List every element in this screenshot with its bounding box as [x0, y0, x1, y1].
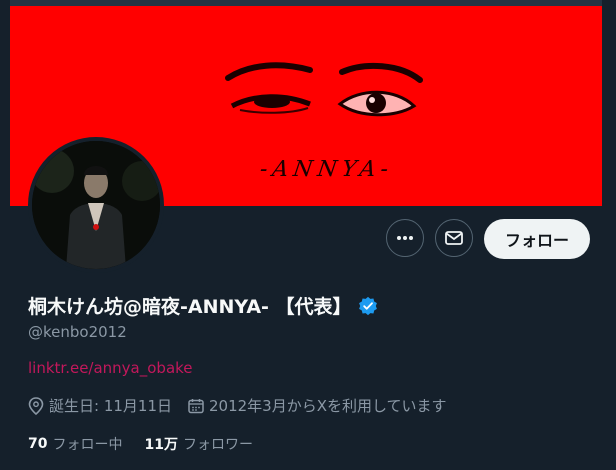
avatar[interactable]: [28, 137, 164, 273]
follow-button[interactable]: フォロー: [484, 219, 590, 259]
handle: @kenbo2012: [28, 323, 127, 341]
following-label: フォロー中: [52, 437, 123, 453]
joined-item: 2012年3月からXを利用しています: [188, 395, 447, 416]
calendar-icon: [188, 398, 204, 413]
followers-label: フォロワー: [182, 437, 253, 453]
mail-icon: [445, 231, 463, 245]
profile-meta: 誕生日: 11月11日 2012年3月からXを利用しています: [28, 395, 447, 416]
display-name: 桐木けん坊@暗夜-ANNYA- 【代表】: [28, 296, 352, 318]
profile-link[interactable]: linktr.ee/annya_obake: [28, 359, 193, 377]
followers-count: 11万: [144, 437, 178, 453]
followers-stat[interactable]: 11万 フォロワー: [144, 434, 252, 454]
message-button[interactable]: [435, 219, 473, 257]
follow-stats: 70 フォロー中 11万 フォロワー: [28, 434, 253, 454]
following-count: 70: [28, 436, 48, 452]
avatar-photo: [32, 141, 160, 269]
verified-badge-icon[interactable]: [358, 296, 378, 316]
birthday-item: 誕生日: 11月11日: [28, 395, 172, 416]
birthday-text: 誕生日: 11月11日: [49, 397, 172, 415]
joined-text: 2012年3月からXを利用しています: [209, 397, 447, 415]
following-stat[interactable]: 70 フォロー中: [28, 434, 122, 454]
location-pin-icon: [28, 396, 44, 415]
more-icon: [397, 236, 413, 240]
name-row: 桐木けん坊@暗夜-ANNYA- 【代表】: [28, 292, 378, 319]
banner-text: -ANNYA-: [258, 157, 395, 182]
more-button[interactable]: [386, 219, 424, 257]
